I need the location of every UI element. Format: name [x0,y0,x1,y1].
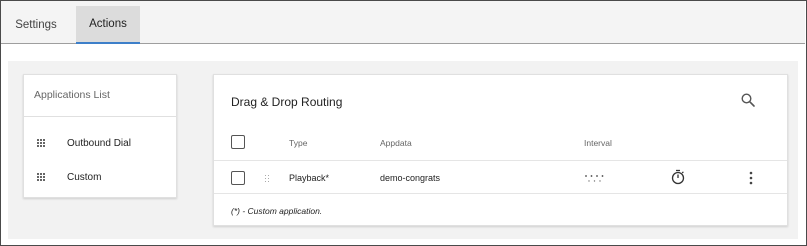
custom-app-footnote: (*) - Custom application. [231,206,323,216]
app-item-outbound-dial[interactable]: Outbound Dial [24,132,176,154]
applications-list-title: Applications List [34,89,110,101]
row-checkbox[interactable] [231,171,245,185]
column-header-type: Type [289,138,308,148]
tab-settings[interactable]: Settings [11,6,61,44]
cell-appdata: demo-congrats [380,173,441,183]
applications-list-panel: Applications List Outbound Dial Custom [23,74,177,198]
drag-grip-icon [37,173,45,181]
app-item-custom[interactable]: Custom [24,166,176,188]
stopwatch-icon[interactable] [670,169,686,185]
tab-bar: Settings Actions [1,1,805,44]
routing-title: Drag & Drop Routing [231,95,343,109]
divider [24,116,176,117]
tab-actions[interactable]: Actions [76,6,140,44]
column-header-appdata: Appdata [380,138,412,148]
column-header-interval: Interval [584,138,612,148]
app-item-label: Outbound Dial [67,137,131,149]
app-item-label: Custom [67,171,102,183]
drag-grip-icon [37,139,45,147]
select-all-checkbox[interactable] [231,135,245,149]
table-row[interactable]: Playback* demo-congrats [214,161,787,194]
more-vertical-icon[interactable] [748,170,754,186]
table-header-row: Type Appdata Interval [214,133,787,161]
row-drag-handle-icon[interactable] [265,175,269,183]
cell-type: Playback* [289,173,330,183]
routing-panel: Drag & Drop Routing Type Appdata Interva… [213,74,788,226]
dotted-time-icon[interactable] [584,172,606,184]
search-icon[interactable] [740,92,756,108]
